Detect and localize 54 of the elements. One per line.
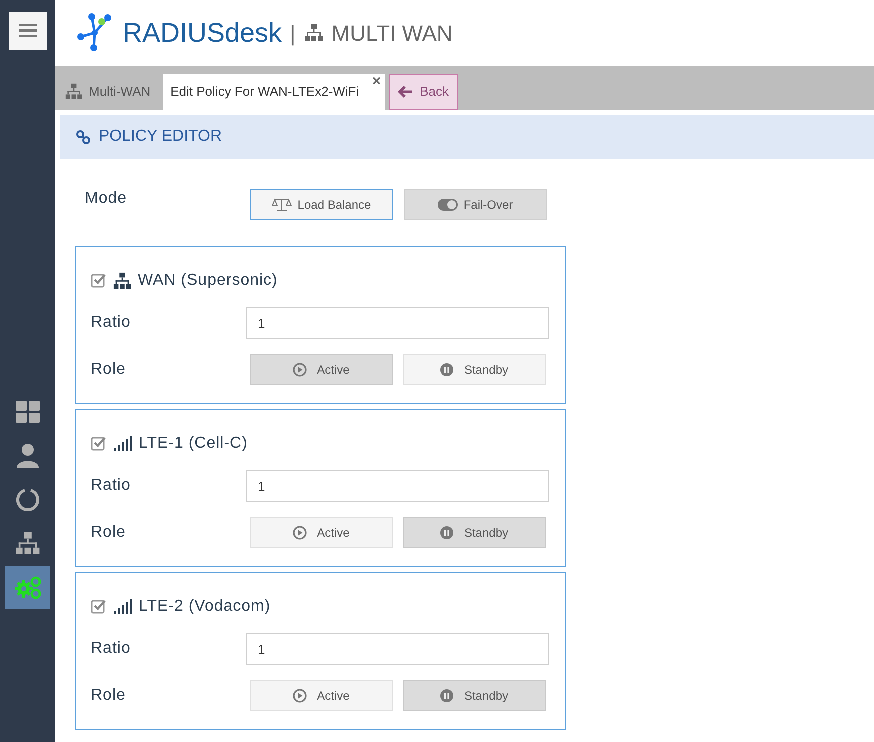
pause-icon [440,526,454,540]
interface-name: LTE-2 (Vodacom) [139,597,271,617]
page-title: MULTI WAN [332,20,453,48]
scale-icon [272,198,292,212]
ratio-field[interactable]: 1 [246,307,549,339]
network-icon [113,272,132,290]
role-button[interactable]: Active [250,354,393,385]
back-button[interactable]: Back [389,74,458,110]
pause-icon [440,362,454,376]
network-icon [304,23,324,43]
pause-icon [440,688,454,702]
role-button[interactable]: Standby [403,517,546,548]
mode-label: Mode [85,188,128,208]
interface-name: LTE-1 (Cell-C) [139,434,248,454]
role-button[interactable]: Standby [403,680,546,711]
role-label: Role [91,522,127,542]
close-icon[interactable]: × [372,74,382,89]
gears-icon [14,576,42,600]
ratio-label: Ratio [91,476,132,496]
role-label: Role [91,686,127,706]
network-icon [14,530,40,556]
checkbox[interactable] [91,273,107,289]
sidebar-item[interactable] [5,566,50,609]
toggle-icon [438,198,458,210]
ring-icon [16,488,40,512]
grid-icon [16,400,40,422]
checkbox[interactable] [91,599,107,615]
role-button[interactable]: Standby [403,354,546,385]
arrow-left-icon [398,86,412,98]
title-separator: | [290,20,296,48]
role-button[interactable]: Active [250,517,393,548]
mode-button[interactable]: Fail-Over [404,189,547,220]
signal-icon [113,599,133,615]
checkbox[interactable] [91,436,107,452]
ratio-field[interactable]: 1 [246,470,549,502]
play-icon [293,362,308,376]
link-icon [76,130,91,144]
ratio-label: Ratio [91,313,132,333]
menu-button[interactable] [8,12,46,50]
brand-name: RADIUSdesk [123,16,282,50]
signal-icon [113,436,133,452]
network-icon [65,83,83,101]
ratio-label: Ratio [91,639,132,659]
panel-title: POLICY EDITOR [99,127,222,147]
play-icon [293,688,308,702]
tab[interactable]: Edit Policy For WAN-LTEx2-WiFi × [162,74,386,110]
play-icon [293,526,308,540]
user-icon [16,444,38,468]
ratio-field[interactable]: 1 [246,633,549,665]
role-label: Role [91,360,127,380]
role-button[interactable]: Active [250,680,393,711]
mode-button[interactable]: Load Balance [250,189,393,220]
menu-icon [18,24,36,38]
interface-name: WAN (Supersonic) [138,271,278,291]
